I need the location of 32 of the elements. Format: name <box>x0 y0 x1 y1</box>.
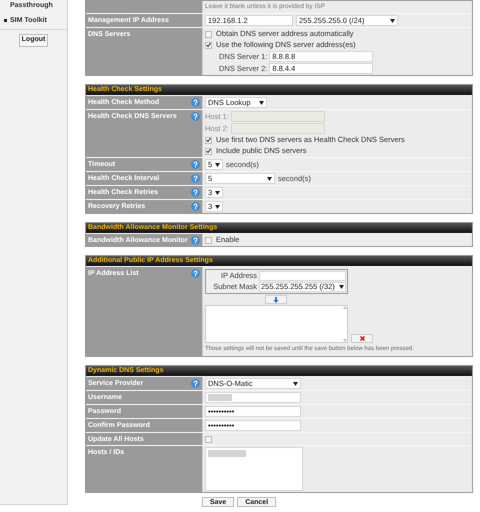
caret-icon <box>390 18 395 22</box>
checkbox[interactable] <box>205 148 212 154</box>
help-icon[interactable] <box>191 98 200 107</box>
scroll-down-icon[interactable] <box>342 339 346 342</box>
help-icon[interactable] <box>191 160 200 169</box>
checkbox[interactable] <box>205 30 212 38</box>
scroll-up-icon[interactable] <box>342 306 346 309</box>
delete-button[interactable] <box>351 334 373 343</box>
help-icon[interactable] <box>191 236 200 245</box>
help-icon[interactable] <box>191 202 200 211</box>
help-icon[interactable] <box>191 379 200 388</box>
help-icon[interactable] <box>191 174 200 183</box>
caret-icon <box>267 176 272 180</box>
caret-icon <box>215 190 220 194</box>
caret-icon <box>293 382 298 386</box>
close-icon <box>360 336 364 341</box>
help-icon[interactable] <box>191 188 200 197</box>
checkbox[interactable] <box>205 436 212 442</box>
help-icon[interactable] <box>191 269 200 278</box>
caret-icon <box>339 285 344 289</box>
arrow-down-icon <box>273 296 279 302</box>
checkbox[interactable] <box>205 136 212 144</box>
input-field[interactable] <box>259 271 346 281</box>
checkbox[interactable] <box>205 236 212 244</box>
caret-icon <box>215 204 220 208</box>
input-field[interactable] <box>205 392 301 403</box>
scrollbar[interactable] <box>342 306 347 342</box>
checkbox[interactable] <box>205 42 212 48</box>
add-button[interactable] <box>265 295 287 304</box>
caret-icon <box>259 100 264 104</box>
caret-icon <box>215 162 220 166</box>
help-icon[interactable] <box>191 112 200 121</box>
